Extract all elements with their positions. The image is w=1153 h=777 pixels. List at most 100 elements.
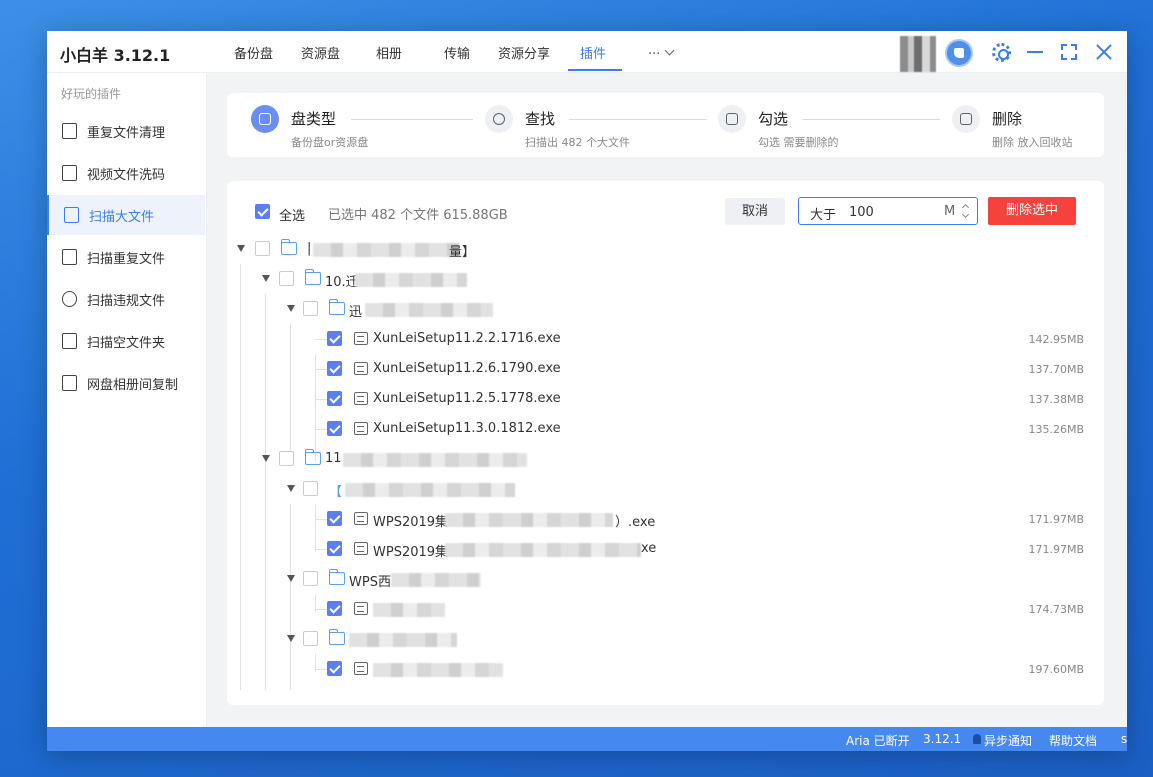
main-content: 盘类型 备份盘or资源盘 查找 扫描出 482 个大文件 勾选 勾选 需要删除的… bbox=[207, 73, 1127, 727]
row-checkbox[interactable] bbox=[327, 511, 342, 526]
tree-row[interactable]: XunLeiSetup11.2.6.1790.exe 137.70MB bbox=[227, 354, 1104, 384]
tree-row[interactable]: XunLeiSetup11.2.2.1716.exe 142.95MB bbox=[227, 324, 1104, 354]
delete-selected-button[interactable]: 删除选中 bbox=[988, 197, 1076, 225]
row-checkbox[interactable] bbox=[303, 631, 318, 646]
row-checkbox[interactable] bbox=[327, 331, 342, 346]
tab-backup-drive[interactable]: 备份盘 bbox=[234, 43, 273, 62]
select-all-label[interactable]: 全选 bbox=[279, 205, 305, 224]
tree-row[interactable]: 197.60MB bbox=[227, 654, 1104, 684]
sidebar-item-scan-violations[interactable]: 扫描违规文件 bbox=[47, 279, 205, 319]
tree-row[interactable]: 迅 bbox=[227, 294, 1104, 324]
sidebar-item-album-copy[interactable]: 网盘相册间复制 bbox=[47, 363, 205, 403]
size-input[interactable] bbox=[849, 203, 929, 221]
tab-resource-share[interactable]: 资源分享 bbox=[498, 43, 550, 62]
tree-row[interactable]: WPS2019集 xe 171.97MB bbox=[227, 534, 1104, 564]
caret-down-icon[interactable] bbox=[237, 245, 245, 252]
row-size: 142.95MB bbox=[1028, 333, 1084, 346]
sidebar-item-label: 重复文件清理 bbox=[87, 125, 166, 141]
tab-plugins[interactable]: 插件 bbox=[580, 43, 606, 62]
sidebar-item-label: 扫描大文件 bbox=[89, 209, 155, 225]
sidebar-item-scan-empty-folders[interactable]: 扫描空文件夹 bbox=[47, 321, 205, 361]
version-label: 3.12.1 bbox=[923, 732, 962, 746]
chevron-down-icon[interactable] bbox=[664, 45, 675, 56]
sidebar-heading: 好玩的插件 bbox=[61, 87, 122, 101]
row-size: 135.26MB bbox=[1028, 423, 1084, 436]
row-checkbox[interactable] bbox=[303, 301, 318, 316]
tree-row[interactable]: 174.73MB bbox=[227, 594, 1104, 624]
row-checkbox[interactable] bbox=[303, 571, 318, 586]
exe-file-icon bbox=[354, 662, 368, 675]
tree-row[interactable]: 10.迁 bbox=[227, 264, 1104, 294]
tab-resource-drive[interactable]: 资源盘 bbox=[301, 43, 340, 62]
tree-row[interactable]: | 量】 bbox=[227, 234, 1104, 264]
row-checkbox[interactable] bbox=[327, 391, 342, 406]
violation-icon bbox=[62, 291, 77, 307]
thumbs-up-icon[interactable] bbox=[945, 39, 973, 67]
cancel-button[interactable]: 取消 bbox=[725, 198, 785, 225]
row-checkbox[interactable] bbox=[327, 421, 342, 436]
row-label: 迅 bbox=[349, 305, 363, 320]
caret-down-icon[interactable] bbox=[287, 305, 295, 312]
tab-transfer[interactable]: 传输 bbox=[444, 43, 470, 62]
sidebar-item-scan-large-files[interactable]: 扫描大文件 bbox=[47, 195, 205, 235]
sidebar-item-video-wash[interactable]: 视频文件洗码 bbox=[47, 153, 205, 193]
tree-row[interactable]: XunLeiSetup11.2.5.1778.exe 137.38MB bbox=[227, 384, 1104, 414]
avatar[interactable] bbox=[900, 36, 936, 72]
row-checkbox[interactable] bbox=[327, 541, 342, 556]
bell-icon[interactable] bbox=[973, 734, 981, 744]
app-window: 小白羊 3.12.1 备份盘 资源盘 相册 传输 资源分享 插件 ... 好玩的… bbox=[47, 31, 1127, 751]
row-checkbox[interactable] bbox=[279, 451, 294, 466]
size-filter: 大于 M bbox=[798, 197, 978, 225]
row-checkbox[interactable] bbox=[327, 361, 342, 376]
select-all-checkbox[interactable] bbox=[255, 204, 270, 219]
tree-row[interactable]: XunLeiSetup11.3.0.1812.exe 135.26MB bbox=[227, 414, 1104, 444]
sidebar-item-duplicate-cleanup[interactable]: 重复文件清理 bbox=[47, 111, 205, 151]
step-connector bbox=[569, 119, 707, 120]
row-size: 171.97MB bbox=[1028, 513, 1084, 526]
row-checkbox[interactable] bbox=[279, 271, 294, 286]
row-checkbox[interactable] bbox=[327, 661, 342, 676]
help-docs-link[interactable]: 帮助文档 bbox=[1049, 732, 1097, 749]
caret-down-icon[interactable] bbox=[262, 455, 270, 462]
row-size: 137.70MB bbox=[1028, 363, 1084, 376]
async-notify-link[interactable]: 异步通知 bbox=[984, 732, 1032, 749]
tree-row[interactable] bbox=[227, 624, 1104, 654]
tree-row[interactable]: 【 bbox=[227, 474, 1104, 504]
sidebar-item-label: 扫描空文件夹 bbox=[87, 335, 166, 351]
caret-down-icon[interactable] bbox=[287, 575, 295, 582]
size-stepper[interactable] bbox=[961, 202, 971, 222]
caret-down-icon[interactable] bbox=[287, 485, 295, 492]
folder-icon bbox=[305, 269, 321, 285]
caret-down-icon[interactable] bbox=[287, 635, 295, 642]
copy-icon bbox=[62, 375, 77, 391]
redacted-text bbox=[391, 573, 481, 587]
caret-down-icon[interactable] bbox=[262, 275, 270, 282]
row-label: WPS2019集 bbox=[373, 515, 449, 530]
row-label-suffix: xe bbox=[641, 541, 657, 556]
row-checkbox[interactable] bbox=[327, 601, 342, 616]
close-icon[interactable] bbox=[1095, 43, 1113, 61]
row-size: 137.38MB bbox=[1028, 393, 1084, 406]
size-unit: M bbox=[944, 204, 956, 219]
sidebar-item-label: 扫描违规文件 bbox=[87, 293, 166, 309]
redacted-text bbox=[313, 243, 459, 257]
exe-file-icon bbox=[354, 422, 368, 435]
gear-icon[interactable] bbox=[992, 43, 1011, 62]
row-checkbox[interactable] bbox=[303, 481, 318, 496]
row-checkbox[interactable] bbox=[255, 241, 270, 256]
duplicate-file-icon bbox=[62, 123, 77, 139]
tree-row[interactable]: WPS2019集 ）.exe 171.97MB bbox=[227, 504, 1104, 534]
redacted-text bbox=[355, 273, 467, 287]
redacted-text bbox=[343, 453, 527, 467]
sidebar-item-label: 视频文件洗码 bbox=[87, 167, 166, 183]
step-desc: 删除 放入回收站 bbox=[992, 136, 1073, 149]
aria-status[interactable]: Aria 已断开 bbox=[846, 732, 910, 749]
more-tabs-button[interactable]: ... bbox=[648, 43, 660, 58]
expand-icon[interactable] bbox=[1061, 44, 1077, 60]
status-bar: Aria 已断开 3.12.1 异步通知 帮助文档 s bbox=[47, 727, 1127, 751]
minimize-icon[interactable] bbox=[1027, 51, 1043, 53]
tree-row[interactable]: 11 bbox=[227, 444, 1104, 474]
sidebar-item-scan-duplicates[interactable]: 扫描重复文件 bbox=[47, 237, 205, 277]
tree-row[interactable]: WPS西 bbox=[227, 564, 1104, 594]
tab-album[interactable]: 相册 bbox=[376, 43, 402, 62]
